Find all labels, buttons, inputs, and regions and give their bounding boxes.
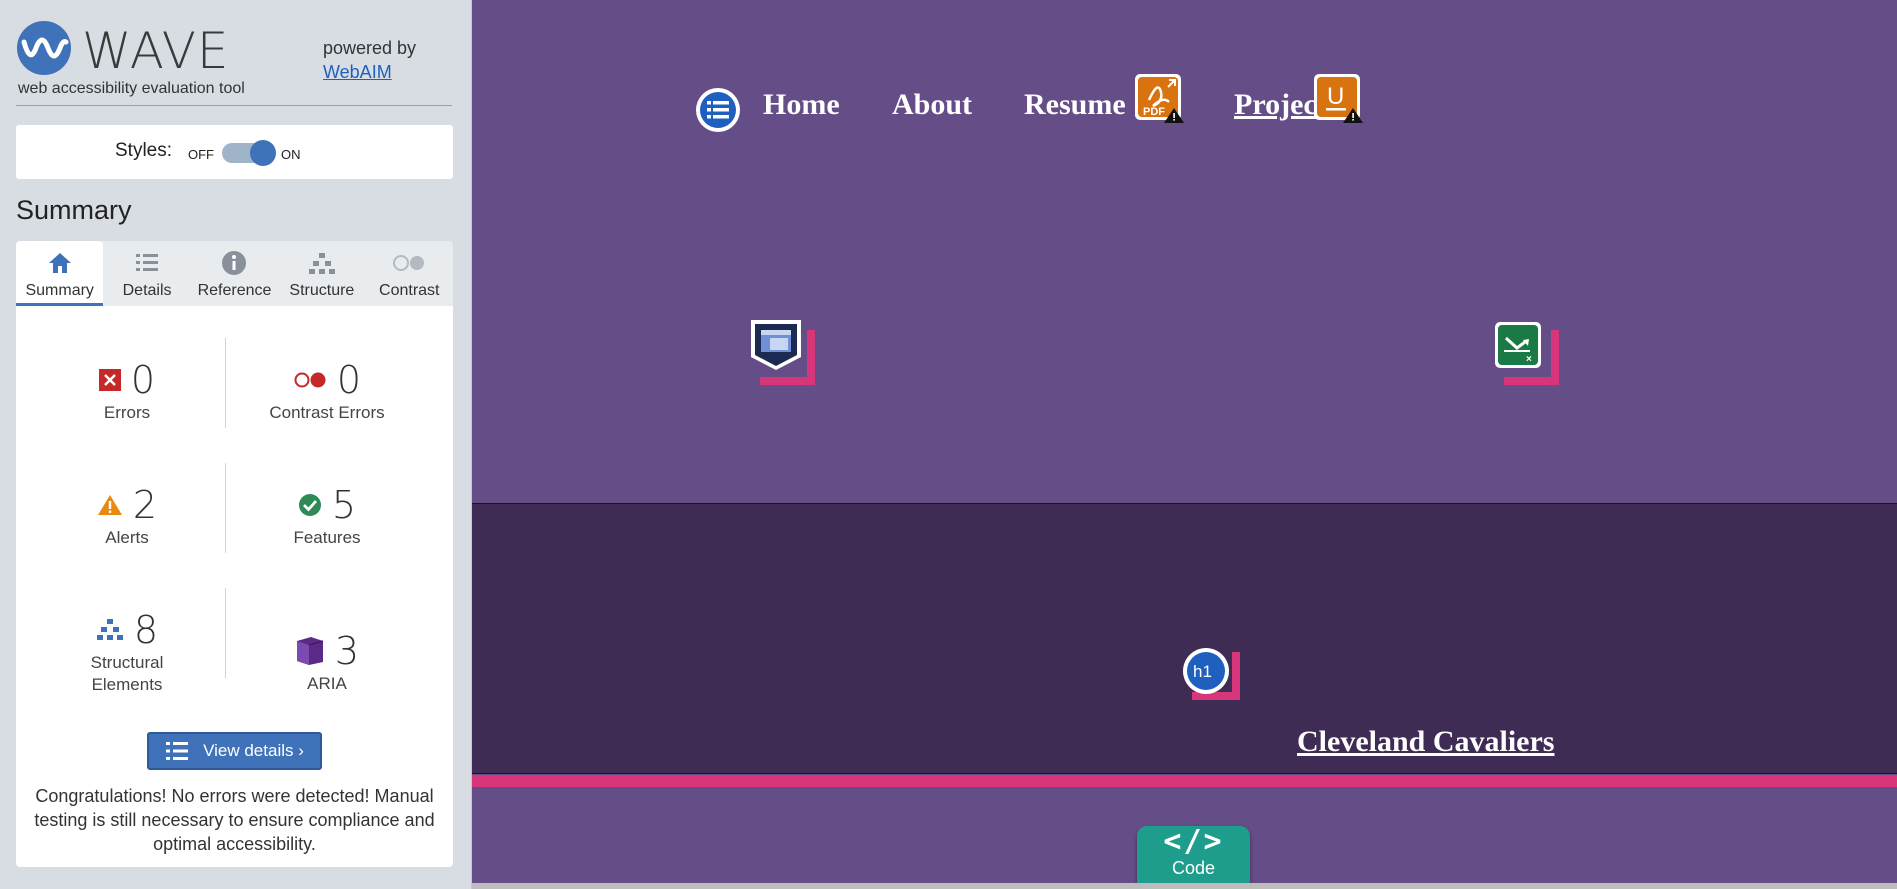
- stat-aria: 3 ARIA: [227, 629, 427, 695]
- styles-on-label: ON: [281, 147, 301, 162]
- styles-off-label: OFF: [188, 147, 214, 162]
- list-icon: [103, 249, 190, 277]
- contrast-icon: [366, 249, 453, 277]
- horizontal-scrollbar[interactable]: [472, 883, 1897, 889]
- errors-label: Errors: [103, 403, 151, 422]
- wave-logo-icon: [17, 21, 71, 75]
- webaim-link[interactable]: WebAIM: [323, 62, 392, 83]
- heading-h1-icon[interactable]: h1: [1181, 646, 1231, 696]
- tab-contrast-label: Contrast: [379, 282, 440, 299]
- view-details-button[interactable]: View details ›: [147, 732, 322, 770]
- skip-link-icon[interactable]: ×: [1493, 320, 1543, 370]
- tab-summary[interactable]: Summary: [16, 241, 104, 306]
- error-icon: [98, 369, 121, 391]
- svg-text:PDF: PDF: [1143, 106, 1165, 118]
- aria-label: ARIA: [307, 674, 347, 693]
- tab-summary-label: Summary: [25, 282, 94, 299]
- tab-details-label: Details: [122, 282, 172, 299]
- region-icon[interactable]: [748, 317, 804, 373]
- pdf-link-alert-icon[interactable]: PDF: [1133, 72, 1185, 124]
- stat-alerts: 2 Alerts: [27, 483, 227, 549]
- feature-check-icon: [298, 494, 321, 516]
- scrollbar-thumb[interactable]: [472, 883, 1897, 889]
- svg-text:U: U: [1327, 83, 1344, 110]
- features-count: 5: [331, 483, 357, 527]
- styles-label: Styles:: [115, 140, 173, 161]
- view-details-label: View details ›: [203, 741, 304, 760]
- wave-sidebar: WAVE web accessibility evaluation tool p…: [0, 0, 472, 889]
- code-icon: </>: [1163, 824, 1224, 859]
- aria-count: 3: [334, 629, 360, 673]
- info-icon: [191, 249, 278, 277]
- tab-details[interactable]: Details: [103, 241, 190, 306]
- alerts-count: 2: [132, 483, 158, 527]
- pink-divider: [472, 775, 1897, 787]
- contrast-errors-count: 0: [336, 358, 362, 402]
- structure-icon: [96, 619, 123, 640]
- congratulations-message: Congratulations! No errors were detected…: [34, 786, 435, 854]
- structural-label-line1: Structural: [90, 653, 164, 672]
- wave-brand: WAVE: [82, 22, 230, 80]
- features-label: Features: [293, 528, 361, 547]
- panel-tabs: Summary Details Reference Structure Cont…: [16, 241, 453, 306]
- alerts-label: Alerts: [105, 528, 149, 547]
- stat-features: 5 Features: [227, 483, 427, 549]
- list-icon: [166, 742, 189, 760]
- alert-icon: [97, 495, 122, 515]
- toggle-knob: [250, 140, 276, 166]
- stat-errors: 0 Errors: [27, 358, 227, 424]
- contrast-error-icon: [294, 372, 326, 388]
- summary-card: 0 Errors 0 Contrast Errors 2 Alerts 5 Fe…: [16, 306, 453, 867]
- tab-contrast[interactable]: Contrast: [366, 241, 453, 306]
- page-preview: Home About Resume Projects PDF U × h1 Cl…: [472, 0, 1897, 889]
- structural-count: 8: [133, 608, 159, 652]
- svg-text:×: ×: [1526, 354, 1532, 365]
- underline-alert-icon[interactable]: U: [1312, 72, 1364, 124]
- stat-contrast-errors: 0 Contrast Errors: [227, 358, 427, 424]
- code-label: Code: [1171, 858, 1216, 878]
- nav-resume-link[interactable]: Resume: [1024, 88, 1126, 122]
- code-toggle-button[interactable]: </> Code: [1137, 826, 1250, 884]
- wave-header: WAVE web accessibility evaluation tool p…: [16, 20, 452, 106]
- tab-reference[interactable]: Reference: [191, 241, 278, 306]
- hierarchy-icon: [278, 249, 365, 277]
- structural-label-line2: Elements: [91, 675, 163, 694]
- contrast-errors-label: Contrast Errors: [269, 403, 385, 422]
- tab-structure[interactable]: Structure: [278, 241, 365, 306]
- powered-by-text: powered by: [323, 38, 417, 58]
- aria-cube-icon: [296, 637, 324, 665]
- styles-toggle-panel: Styles: OFF ON: [16, 125, 453, 179]
- summary-heading: Summary: [16, 195, 132, 225]
- nav-about-link[interactable]: About: [892, 88, 972, 122]
- nav-home-link[interactable]: Home: [763, 88, 840, 122]
- hero-section: [472, 504, 1897, 774]
- styles-toggle[interactable]: [222, 140, 276, 166]
- home-icon: [16, 249, 103, 277]
- hero-title-link[interactable]: Cleveland Cavaliers: [1297, 725, 1554, 759]
- stat-structural-elements: 8 Structural Elements: [27, 608, 227, 696]
- wave-tagline: web accessibility evaluation tool: [18, 80, 245, 97]
- list-icon[interactable]: [694, 86, 742, 134]
- tab-structure-label: Structure: [289, 282, 355, 299]
- tab-reference-label: Reference: [197, 282, 272, 299]
- svg-text:h1: h1: [1193, 662, 1212, 681]
- errors-count: 0: [130, 358, 156, 402]
